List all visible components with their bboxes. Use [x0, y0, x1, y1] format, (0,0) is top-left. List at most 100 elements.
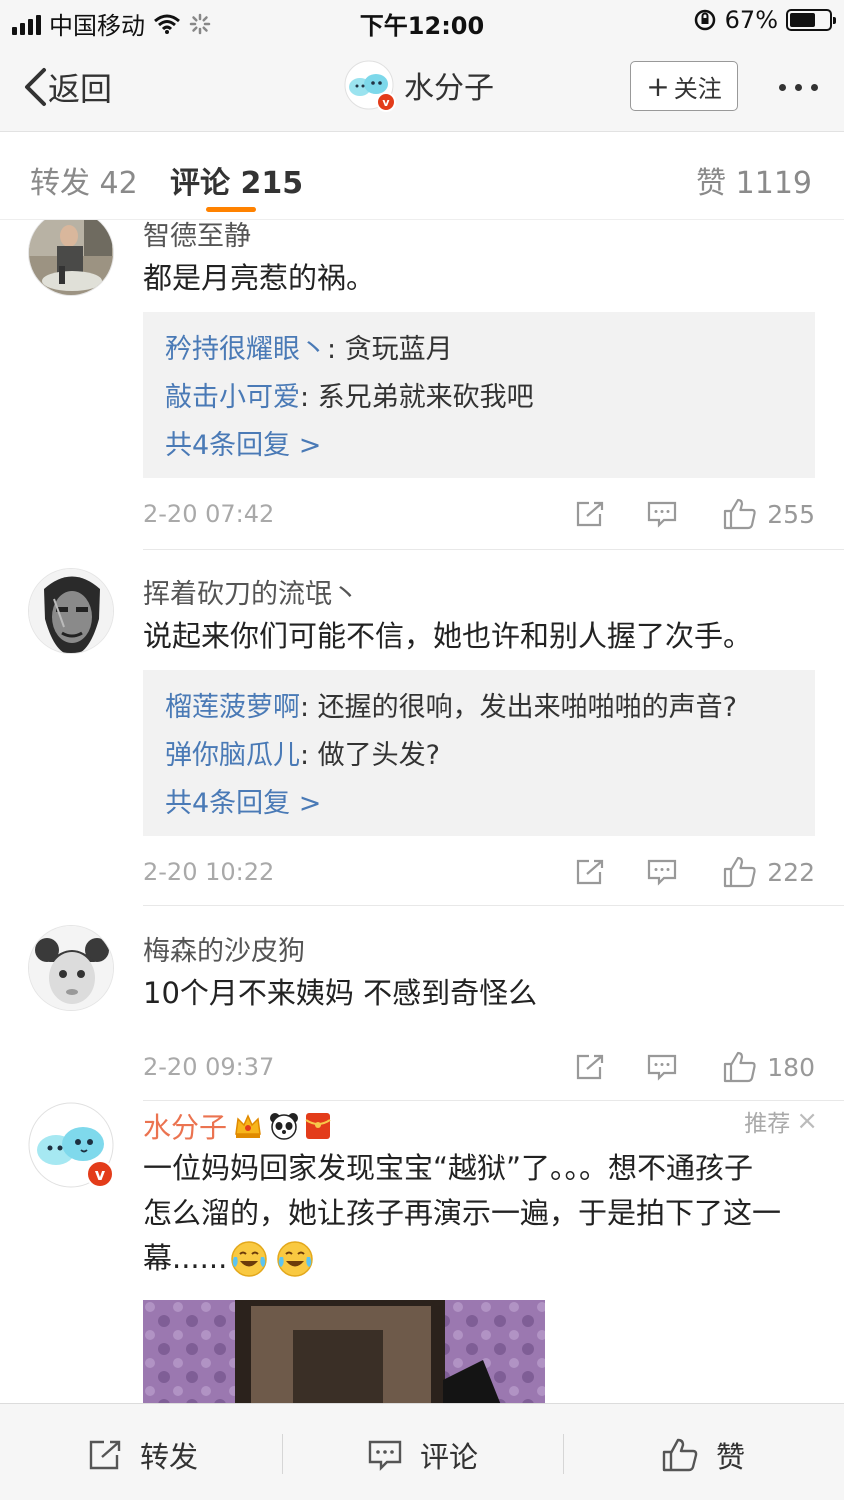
reply-username[interactable]: 敲击小可爱: [165, 382, 300, 413]
tab-repost[interactable]: 转发 42: [30, 158, 138, 202]
back-label: 返回: [48, 70, 113, 108]
comment-meta: 2-20 10:22 222: [143, 852, 815, 892]
reply-text: : 贪玩蓝月: [327, 334, 453, 365]
comment-meta: 2-20 09:37 180: [143, 1047, 815, 1087]
bottom-like-label: 赞: [716, 1440, 746, 1474]
follow-label: 关注: [673, 74, 722, 103]
bottom-like-button[interactable]: 赞: [662, 1434, 745, 1476]
comment-username[interactable]: 智德至静: [143, 220, 251, 253]
share-icon: [577, 859, 604, 885]
reply-item: 敲击小可爱: 系兄弟就来砍我吧: [165, 374, 793, 422]
page-title: 水分子: [404, 71, 494, 106]
promoted-avatar[interactable]: v: [28, 1102, 114, 1188]
comment-meta: 2-20 07:42 255: [143, 494, 815, 534]
promoted-text-line: 一位妈妈回家发现宝宝“越狱”了。。。想不通孩子: [143, 1151, 754, 1185]
promoted-user-row: 水分子: [143, 1106, 331, 1146]
divider: [143, 549, 844, 550]
promoted-text-last-line: 幕......: [143, 1236, 823, 1281]
share-button[interactable]: [575, 1053, 605, 1081]
like-count: 222: [767, 857, 815, 887]
promoted-text-line: 幕......: [143, 1241, 228, 1275]
battery-icon: [786, 9, 836, 31]
reply-button[interactable]: [647, 500, 677, 528]
thumbs-up-icon: [724, 856, 756, 888]
comment-time: 2-20 07:42: [143, 500, 275, 528]
share-button[interactable]: [575, 858, 605, 886]
comment-icon: [648, 859, 677, 886]
bottom-repost-button[interactable]: 转发: [88, 1434, 198, 1476]
comment-feed[interactable]: 智德至静 都是月亮惹的祸。 矜持很耀眼丶: 贪玩蓝月 敲击小可爱: 系兄弟就来砍…: [0, 220, 844, 1403]
avatar[interactable]: [28, 220, 114, 296]
like-button[interactable]: 255: [723, 498, 815, 530]
reply-username[interactable]: 矜持很耀眼丶: [165, 334, 327, 365]
plus-icon: +: [646, 69, 670, 103]
more-replies-link[interactable]: 共4条回复 >: [165, 780, 793, 828]
bottom-comment-button[interactable]: 评论: [368, 1434, 478, 1476]
crown-badge-icon: [233, 1112, 263, 1140]
reply-item: 矜持很耀眼丶: 贪玩蓝月: [165, 326, 793, 374]
promoted-text-line: 怎么溜的，她让孩子再演示一遍，于是拍下了这一: [143, 1196, 782, 1230]
comment-time: 2-20 10:22: [143, 858, 275, 886]
comment-text: 都是月亮惹的祸。: [143, 261, 376, 295]
promoted-text: 一位妈妈回家发现宝宝“越狱”了。。。想不通孩子 怎么溜的，她让孩子再演示一遍，于…: [143, 1146, 823, 1281]
reply-item: 榴莲菠萝啊: 还握的很响，发出来啪啪啪的声音?: [165, 684, 793, 732]
thumbs-up-icon: [724, 1051, 756, 1083]
tab-like[interactable]: 赞 1119: [696, 158, 812, 202]
recommend-label: 推荐: [744, 1111, 791, 1137]
reply-text: : 还握的很响，发出来啪啪啪的声音?: [300, 692, 738, 723]
reply-username[interactable]: 榴莲菠萝啊: [165, 692, 300, 723]
share-icon: [577, 501, 604, 527]
reply-text: : 系兄弟就来砍我吧: [300, 382, 534, 413]
panda-badge-icon: [269, 1112, 299, 1140]
bottom-comment-label: 评论: [420, 1440, 479, 1474]
reply-preview[interactable]: 榴莲菠萝啊: 还握的很响，发出来啪啪啪的声音? 弹你脑瓜儿: 做了头发? 共4条…: [143, 670, 815, 836]
reply-item: 弹你脑瓜儿: 做了头发?: [165, 732, 793, 780]
bottom-repost-label: 转发: [140, 1440, 199, 1474]
like-count: 180: [767, 1052, 815, 1082]
share-icon: [577, 1054, 604, 1080]
share-icon: [89, 1440, 121, 1470]
more-icon[interactable]: [779, 84, 818, 91]
comment-username[interactable]: 梅森的沙皮狗: [143, 929, 305, 968]
comment-icon: [648, 1054, 677, 1081]
share-button[interactable]: [575, 500, 605, 528]
reply-username[interactable]: 弹你脑瓜儿: [165, 740, 300, 771]
like-count: 255: [767, 499, 815, 529]
thumbs-up-icon: [724, 498, 756, 530]
reply-button[interactable]: [647, 858, 677, 886]
status-bar: 中国移动 下午12:00 67%: [0, 0, 844, 44]
comment-time: 2-20 09:37: [143, 1053, 275, 1081]
chevron-left-icon: [25, 68, 46, 106]
laugh-cry-emoji-icon: [275, 1239, 315, 1279]
nav-avatar: v: [344, 60, 396, 112]
back-button[interactable]: 返回: [22, 64, 112, 110]
reply-preview[interactable]: 矜持很耀眼丶: 贪玩蓝月 敲击小可爱: 系兄弟就来砍我吧 共4条回复 >: [143, 312, 815, 478]
avatar[interactable]: [28, 925, 114, 1011]
more-replies-link[interactable]: 共4条回复 >: [165, 422, 793, 470]
orientation-lock-icon: [694, 9, 715, 31]
bottom-action-bar: 转发 评论 赞: [0, 1403, 844, 1500]
like-button[interactable]: 222: [723, 856, 815, 888]
promoted-username[interactable]: 水分子: [143, 1106, 227, 1146]
close-icon[interactable]: ×: [796, 1106, 818, 1136]
divider: [143, 905, 844, 906]
avatar[interactable]: [28, 568, 114, 654]
comment-icon: [368, 1440, 402, 1471]
red-packet-icon: [305, 1112, 331, 1140]
active-tab-indicator: [206, 207, 256, 212]
comment-username[interactable]: 挥着砍刀的流氓丶: [143, 572, 359, 611]
post-image[interactable]: [143, 1300, 545, 1403]
thumbs-up-icon: [662, 1438, 698, 1472]
like-button[interactable]: 180: [723, 1051, 815, 1083]
tab-comment[interactable]: 评论 215: [170, 158, 303, 202]
nav-bar: 返回 v 水分子 + 关注: [0, 44, 844, 132]
divider: [282, 1434, 283, 1474]
reply-button[interactable]: [647, 1053, 677, 1081]
recommend-tag[interactable]: 推荐 ×: [744, 1104, 818, 1138]
follow-button[interactable]: + 关注: [630, 61, 738, 111]
divider: [563, 1434, 564, 1474]
nav-profile[interactable]: v 水分子: [344, 60, 494, 112]
divider: [143, 1100, 844, 1101]
comment-icon: [648, 501, 677, 528]
laugh-cry-emoji-icon: [229, 1239, 269, 1279]
